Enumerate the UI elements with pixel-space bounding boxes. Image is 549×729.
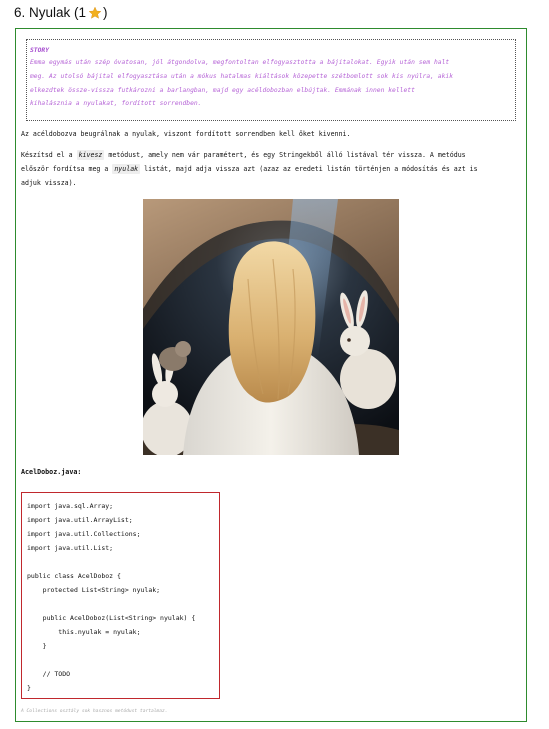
task-line-1: Készítsd el a kivesz metódust, amely nem… (21, 150, 466, 160)
task-text: metódust, amely nem vár paramétert, és e… (104, 151, 466, 159)
field-name: nyulak (112, 164, 141, 174)
code-line: } (27, 684, 31, 692)
task-text: listát, majd adja vissza azt (azaz az er… (140, 165, 478, 173)
task-text: Készítsd el a (21, 151, 77, 159)
code-block: import java.sql.Array; import java.util.… (21, 492, 220, 699)
star-icon (88, 6, 102, 20)
story-line: elkezdtek össze-vissza futkározni a barl… (30, 86, 415, 94)
task-text: először fordítsa meg a (21, 165, 113, 173)
code-line: import java.sql.Array; (27, 502, 114, 510)
story-line: kihalásznia a nyulakat, fordított sorren… (30, 100, 202, 108)
code-line: public class AcelDoboz { (27, 572, 121, 580)
code-line: import java.util.List; (27, 544, 114, 552)
code-line: public AcelDoboz(List<String> nyulak) { (27, 614, 196, 622)
story-line: Emma egymás után szép óvatosan, jól átgo… (30, 59, 450, 66)
method-name: kivesz (76, 150, 105, 160)
illustration-image (143, 199, 399, 455)
title-close: ) (103, 5, 108, 20)
code-line: import java.util.ArrayList; (27, 516, 133, 524)
code-line: this.nyulak = nyulak; (27, 628, 141, 636)
code-line: protected List<String> nyulak; (27, 586, 161, 594)
file-label: AcelDoboz.java: (21, 468, 82, 476)
code-line: } (27, 642, 47, 650)
intro-text: Az acéldobozva beugrálnak a nyulak, visz… (21, 130, 351, 138)
task-line-3: adjuk vissza). (21, 179, 77, 187)
story-title: STORY (30, 47, 50, 54)
story-box: STORY Emma egymás után szép óvatosan, jó… (26, 39, 516, 121)
title-text: 6. Nyulak (1 (14, 5, 87, 20)
footnote: A Collections osztály sok hasznos metódu… (21, 709, 168, 714)
task-line-2: először fordítsa meg a nyulak listát, ma… (21, 164, 478, 174)
code-line: import java.util.Collections; (27, 530, 141, 538)
page-title: 6. Nyulak (1 ) (14, 5, 108, 20)
code-line: // TODO (27, 670, 71, 678)
story-line: meg. Az utolsó bájital elfogyasztása utá… (30, 72, 454, 80)
